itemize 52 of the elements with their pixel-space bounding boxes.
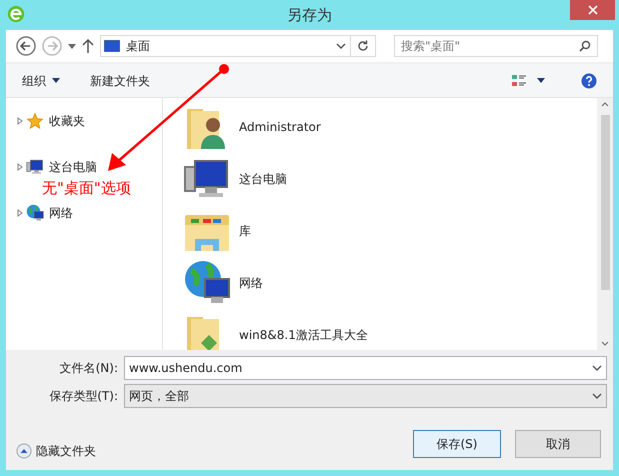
file-name[interactable]: Administrator <box>239 118 321 136</box>
file-name[interactable]: win8&8.1激活工具大全 <box>239 326 368 344</box>
close-button[interactable] <box>570 0 615 20</box>
view-list-icon[interactable] <box>511 72 527 88</box>
file-name[interactable]: 网络 <box>239 274 263 292</box>
expander-icon[interactable] <box>16 163 24 171</box>
chevron-down-icon[interactable] <box>592 365 602 371</box>
star-icon <box>26 112 44 130</box>
cancel-button[interactable]: 取消 <box>515 430 601 458</box>
globe-computer-icon <box>26 204 44 222</box>
desktop-icon <box>104 40 120 52</box>
chevron-down-icon[interactable] <box>592 393 602 399</box>
caret-icon[interactable] <box>537 78 545 83</box>
new-folder-button[interactable]: 新建文件夹 <box>90 72 150 90</box>
chevron-down-icon[interactable] <box>336 43 346 49</box>
scroll-up-icon[interactable] <box>601 102 609 107</box>
nav-item-label[interactable]: 收藏夹 <box>49 112 85 130</box>
back-icon[interactable] <box>16 36 36 56</box>
file-name[interactable]: 库 <box>239 222 251 240</box>
file-type-dropdown[interactable]: 网页，全部 <box>124 384 607 408</box>
expander-icon[interactable] <box>16 117 24 125</box>
refresh-icon[interactable] <box>357 40 369 52</box>
caret-icon <box>52 78 60 83</box>
annotation-text: 无"桌面"选项 <box>42 178 131 199</box>
save-button[interactable]: 保存(S) <box>413 430 501 458</box>
help-icon[interactable] <box>581 72 597 88</box>
window-title: 另存为 <box>287 4 332 26</box>
address-text: 桌面 <box>126 38 151 55</box>
up-arrow-icon[interactable] <box>82 39 94 53</box>
expander-icon[interactable] <box>16 209 24 217</box>
search-field[interactable]: 搜索"桌面" <box>394 35 598 57</box>
filename-label: 文件名(N): <box>58 360 118 377</box>
search-placeholder: 搜索"桌面" <box>401 38 462 55</box>
file-type-value: 网页，全部 <box>129 388 190 405</box>
browser-logo-icon <box>7 5 25 23</box>
file-name[interactable]: 这台电脑 <box>239 170 287 188</box>
collapse-up-icon <box>16 443 32 459</box>
hide-folders-button[interactable]: 隐藏文件夹 <box>16 442 96 460</box>
scrollbar-thumb[interactable] <box>600 115 610 290</box>
address-field[interactable]: 桌面 <box>100 35 376 57</box>
nav-item-label[interactable]: 网络 <box>49 204 73 222</box>
file-type-label: 保存类型(T): <box>48 388 118 405</box>
organize-button[interactable]: 组织 <box>22 72 60 90</box>
scrollbar[interactable] <box>597 98 613 350</box>
scroll-down-icon[interactable] <box>601 341 609 346</box>
caret-icon[interactable] <box>68 44 76 48</box>
close-icon <box>588 5 598 15</box>
computer-icon <box>26 158 44 176</box>
nav-item-label[interactable]: 这台电脑 <box>49 158 97 176</box>
filename-value: www.ushendu.com <box>129 360 244 377</box>
search-icon <box>579 40 591 52</box>
filename-field[interactable]: www.ushendu.com <box>124 356 607 380</box>
